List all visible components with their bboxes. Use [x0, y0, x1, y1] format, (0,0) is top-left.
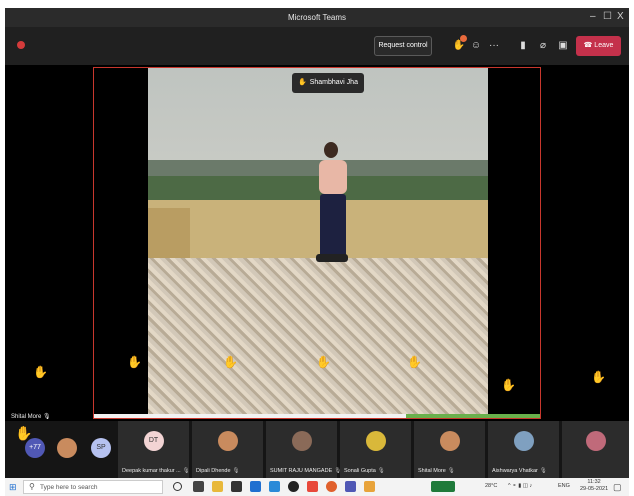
raised-hand-icon: ✋ [298, 79, 307, 86]
maximize-button[interactable]: ☐ [603, 11, 612, 22]
mic-icon: 🎙 [232, 468, 240, 474]
language-indicator[interactable]: ENG [558, 483, 570, 489]
participant-tile[interactable] [562, 421, 629, 478]
mic-icon: 🎙 [182, 468, 190, 474]
window-title: Microsoft Teams [287, 13, 347, 22]
video-progress-bar [94, 414, 540, 418]
avatar [365, 431, 386, 451]
participant-tile[interactable]: DT Deepak kumar thakur ... 🎙 [118, 421, 190, 478]
avatar [217, 431, 238, 451]
participant-tile[interactable]: Aishwarya Vhatkar 🎙 [488, 421, 559, 478]
raised-hand-icon: ✋ [501, 378, 516, 392]
notification-badge [460, 35, 467, 42]
chrome-icon[interactable] [288, 481, 299, 492]
participant-name: Aishwarya Vhatkar [492, 468, 538, 474]
more-options-button[interactable]: ··· [486, 39, 502, 53]
participant-name: Deepak kumar thakur ... [122, 468, 181, 474]
task-view-icon[interactable] [193, 481, 204, 492]
overflow-count[interactable]: +77 [25, 438, 45, 458]
mic-icon: 🎙 [539, 468, 547, 474]
raised-hand-icon: ✋ [127, 355, 142, 369]
overflow-tile[interactable]: ✋ +77 SP [5, 421, 115, 478]
avatar [291, 431, 312, 451]
system-tray-icons[interactable]: ^ ⚬ ▮ ◫ ♪ [508, 483, 532, 489]
participant-tile[interactable]: Dipali Dhende 🎙 [192, 421, 263, 478]
participant-tile[interactable]: SUMIT RAJU MANGADE 🎙 [266, 421, 341, 478]
avatar [439, 431, 460, 451]
raised-hand-icon: ✋ [33, 365, 48, 379]
participant-tile[interactable]: Shital More 🎙 [414, 421, 485, 478]
notification-icon[interactable]: ▢ [613, 482, 622, 493]
meeting-toolbar: Request control ✋ ☺ ··· ▮ ⌀ ▣ ☎ Leave [5, 27, 629, 65]
participant-tile[interactable]: Sonali Gupta 🎙 [340, 421, 411, 478]
browser-icon[interactable] [326, 481, 337, 492]
avatar: SP [91, 438, 111, 458]
participant-gallery: ✋ +77 SP DT Deepak kumar thakur ... 🎙 Dip… [5, 421, 629, 478]
meeting-stage: ✋ Shambhavi Jha ✋ ✋ ✋ ✋ ✋ ✋ ✋ Shital More… [5, 65, 629, 421]
participant-name: Dipali Dhende [196, 468, 231, 474]
raised-hand-icon: ✋ [316, 355, 331, 369]
app-icon[interactable] [269, 481, 280, 492]
phone-icon: ☎ [583, 42, 595, 49]
windows-start-icon[interactable]: ⊞ [9, 482, 17, 493]
search-icon: ⚲ [29, 482, 35, 491]
mic-icon: 🎙 [43, 414, 51, 420]
title-bar: Microsoft Teams – ☐ X [5, 8, 629, 27]
taskbar-search-input[interactable]: ⚲ Type here to search [23, 480, 163, 494]
raised-hand-icon: ✋ [223, 355, 238, 369]
office-icon[interactable] [307, 481, 318, 492]
local-participant-name: Shital More 🎙 [11, 414, 51, 420]
participant-name: Shital More [418, 468, 446, 474]
mic-off-icon[interactable]: ⌀ [535, 39, 551, 53]
minimize-button[interactable]: – [590, 11, 596, 22]
cortana-icon[interactable] [173, 482, 182, 491]
progress-fill [94, 414, 407, 418]
request-control-button[interactable]: Request control [374, 36, 432, 56]
share-icon[interactable]: ▣ [555, 39, 571, 53]
avatar [585, 431, 606, 451]
avatar: DT [143, 431, 164, 451]
app-icon[interactable] [431, 481, 455, 492]
camera-off-icon[interactable]: ▮ [515, 39, 531, 53]
raised-hand-icon: ✋ [407, 355, 422, 369]
leave-button[interactable]: ☎ Leave [576, 36, 621, 56]
mail-icon[interactable] [250, 481, 261, 492]
mic-icon: 🎙 [447, 468, 455, 474]
vlc-icon[interactable] [364, 481, 375, 492]
store-icon[interactable] [231, 481, 242, 492]
recording-icon [17, 41, 25, 49]
participant-name: Sonali Gupta [344, 468, 376, 474]
presenter-label: ✋ Shambhavi Jha [292, 73, 364, 93]
teams-icon[interactable] [345, 481, 356, 492]
participant-name: SUMIT RAJU MANGADE [270, 468, 333, 474]
avatar [57, 438, 77, 458]
windows-taskbar: ⊞ ⚲ Type here to search 28°C ^ ⚬ ▮ ◫ ♪ E… [5, 478, 629, 496]
mic-icon: 🎙 [377, 468, 385, 474]
avatar [513, 431, 534, 451]
raised-hand-icon: ✋ [591, 370, 606, 384]
weather-text[interactable]: 28°C [485, 483, 497, 489]
file-explorer-icon[interactable] [212, 481, 223, 492]
people-icon[interactable]: ☺ [468, 39, 484, 53]
close-button[interactable]: X [617, 11, 624, 22]
taskbar-clock[interactable]: 11:32 29-05-2021 [580, 479, 608, 493]
teams-window: Microsoft Teams – ☐ X Request control ✋ … [5, 8, 629, 496]
